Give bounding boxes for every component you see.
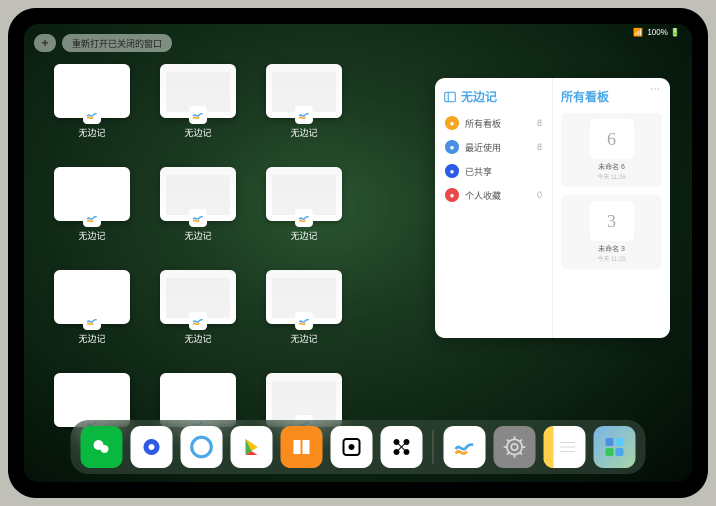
- window-label: 无边记: [78, 332, 105, 345]
- sidebar-item-count: 0: [537, 190, 542, 200]
- sidebar-item[interactable]: ● 个人收藏 0: [443, 183, 544, 207]
- freeform-app-icon: [83, 106, 101, 124]
- battery-indicator: 100% 🔋: [647, 28, 680, 37]
- freeform-sidebar-panel[interactable]: ⋯ 无边记 ● 所有看板 8 ● 最近使用 8 ● 已共享 ● 个人收藏 0 所有看板 6 未命名 6…: [435, 78, 670, 338]
- window-thumbnail[interactable]: [160, 64, 236, 118]
- dock-app-freeform[interactable]: [444, 426, 486, 468]
- board-thumbnail: 3: [590, 201, 634, 241]
- panel-left-title: 无边记: [461, 88, 497, 105]
- stage-manager-bar: + 重新打开已关闭的窗口: [34, 34, 172, 52]
- sidebar-toggle-icon[interactable]: [443, 90, 457, 104]
- freeform-app-icon: [295, 106, 313, 124]
- window-thumbnail[interactable]: [266, 373, 342, 427]
- window-thumbnail[interactable]: [160, 373, 236, 427]
- freeform-app-icon: [83, 312, 101, 330]
- sidebar-item-label: 所有看板: [465, 117, 501, 130]
- dock-app-settings[interactable]: [494, 426, 536, 468]
- dock-app-browser[interactable]: [131, 426, 173, 468]
- dock-app-recent-folder[interactable]: [594, 426, 636, 468]
- freeform-app-icon: [189, 106, 207, 124]
- app-window[interactable]: 无边记: [54, 270, 130, 345]
- window-thumbnail[interactable]: [160, 167, 236, 221]
- sidebar-item-label: 最近使用: [465, 141, 501, 154]
- window-label: 无边记: [184, 126, 211, 139]
- app-window[interactable]: 无边记: [266, 270, 342, 345]
- dock-app-notes[interactable]: [544, 426, 586, 468]
- window-thumbnail[interactable]: [266, 270, 342, 324]
- sidebar-item[interactable]: ● 已共享: [443, 159, 544, 183]
- dock-app-connect[interactable]: [381, 426, 423, 468]
- sidebar-item-icon: ●: [445, 188, 459, 202]
- window-label: 无边记: [290, 126, 317, 139]
- dock-app-quark[interactable]: [181, 426, 223, 468]
- freeform-app-icon: [295, 209, 313, 227]
- window-label: 无边记: [290, 332, 317, 345]
- dock-app-play[interactable]: [231, 426, 273, 468]
- window-thumbnail[interactable]: [54, 373, 130, 427]
- freeform-app-icon: [295, 312, 313, 330]
- dock-separator: [433, 430, 434, 464]
- sidebar-item-icon: ●: [445, 164, 459, 178]
- sidebar-item[interactable]: ● 最近使用 8: [443, 135, 544, 159]
- freeform-app-icon: [83, 209, 101, 227]
- ipad-device: 📶 100% 🔋 + 重新打开已关闭的窗口 无边记无边记无边记无边记无边记无边记…: [8, 8, 708, 498]
- app-window[interactable]: 无边记: [266, 64, 342, 139]
- status-bar: 📶 100% 🔋: [633, 28, 680, 37]
- sidebar-item-label: 个人收藏: [465, 189, 501, 202]
- wifi-icon: 📶: [633, 28, 643, 37]
- board-label: 未命名 3: [598, 244, 625, 254]
- sidebar-item-icon: ●: [445, 140, 459, 154]
- dock-app-books[interactable]: [281, 426, 323, 468]
- app-window[interactable]: 无边记: [160, 64, 236, 139]
- board-item[interactable]: 6 未命名 6今天 11:26: [561, 113, 662, 187]
- window-label: 无边记: [184, 229, 211, 242]
- panel-right: 所有看板 6 未命名 6今天 11:26 3 未命名 3今天 11:25: [553, 78, 670, 338]
- app-window[interactable]: 无边记: [160, 270, 236, 345]
- app-window[interactable]: 无边记: [54, 167, 130, 242]
- board-label: 未命名 6: [598, 162, 625, 172]
- add-window-button[interactable]: +: [34, 34, 56, 52]
- app-window[interactable]: 无边记: [160, 167, 236, 242]
- board-item[interactable]: 3 未命名 3今天 11:25: [561, 195, 662, 269]
- panel-left: 无边记 ● 所有看板 8 ● 最近使用 8 ● 已共享 ● 个人收藏 0: [435, 78, 553, 338]
- reopen-closed-window-button[interactable]: 重新打开已关闭的窗口: [62, 34, 172, 52]
- sidebar-item-count: 8: [537, 142, 542, 152]
- window-thumbnail[interactable]: [160, 270, 236, 324]
- freeform-app-icon: [189, 209, 207, 227]
- board-timestamp: 今天 11:25: [597, 254, 625, 263]
- window-label: 无边记: [290, 229, 317, 242]
- window-label: 无边记: [78, 229, 105, 242]
- screen: 📶 100% 🔋 + 重新打开已关闭的窗口 无边记无边记无边记无边记无边记无边记…: [24, 24, 692, 482]
- window-thumbnail[interactable]: [266, 64, 342, 118]
- more-icon[interactable]: ⋯: [650, 84, 660, 95]
- window-label: 无边记: [78, 126, 105, 139]
- board-thumbnail: 6: [590, 119, 634, 159]
- sidebar-item-icon: ●: [445, 116, 459, 130]
- app-switcher-grid: 无边记无边记无边记无边记无边记无边记无边记无边记无边记无边记无边记无边记: [54, 64, 414, 448]
- freeform-app-icon: [189, 312, 207, 330]
- app-window[interactable]: 无边记: [54, 64, 130, 139]
- app-window[interactable]: 无边记: [266, 167, 342, 242]
- sidebar-item-label: 已共享: [465, 165, 492, 178]
- sidebar-item[interactable]: ● 所有看板 8: [443, 111, 544, 135]
- window-thumbnail[interactable]: [54, 270, 130, 324]
- dock-app-dice[interactable]: [331, 426, 373, 468]
- window-thumbnail[interactable]: [54, 64, 130, 118]
- window-label: 无边记: [184, 332, 211, 345]
- panel-right-title: 所有看板: [561, 88, 662, 105]
- board-timestamp: 今天 11:26: [597, 172, 625, 181]
- dock-app-wechat[interactable]: [81, 426, 123, 468]
- dock: [71, 420, 646, 474]
- sidebar-item-count: 8: [537, 118, 542, 128]
- window-thumbnail[interactable]: [54, 167, 130, 221]
- window-thumbnail[interactable]: [266, 167, 342, 221]
